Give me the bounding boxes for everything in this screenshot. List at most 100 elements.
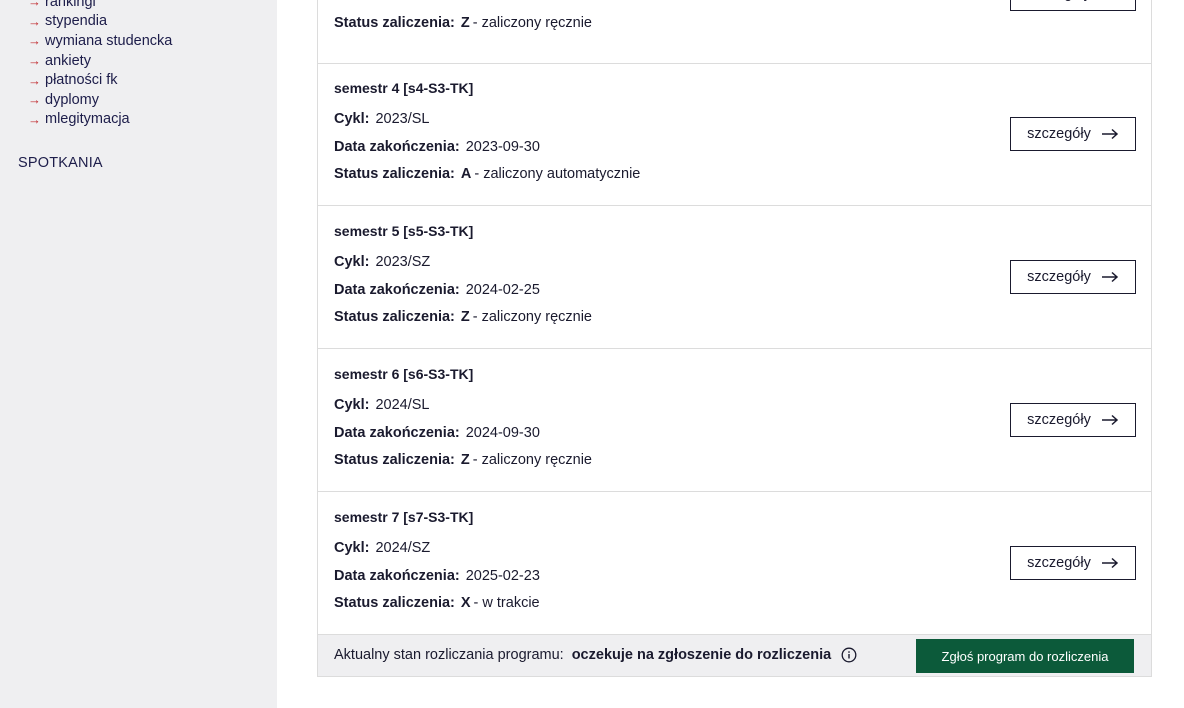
status-line: Status zaliczenia: Z - zaliczony ręcznie [334, 309, 592, 325]
semester-block: semestr 4 [s4-S3-TK] Cykl: 2023/SL Data z… [318, 63, 1151, 206]
status-label: Status zaliczenia: [334, 166, 455, 182]
settlement-status-value: oczekuje na zgłoszenie do rozliczenia [571, 647, 832, 663]
cycle-value: 2023/SL [375, 111, 430, 127]
sidebar-item-ankiety[interactable]: → ankiety [28, 51, 172, 71]
end-date-value: 2023-02-26 [466, 0, 540, 4]
cycle-line: Cykl: 2024/SL [334, 397, 430, 413]
settlement-status-label: Aktualny stan rozliczania programu: [334, 647, 564, 663]
long-arrow-right-icon [1101, 128, 1118, 140]
arrow-right-icon: → [28, 33, 41, 49]
status-code: A [460, 166, 472, 182]
status-label: Status zaliczenia: [334, 452, 455, 468]
details-button[interactable]: szczegóły [1010, 0, 1136, 11]
sidebar-item-dyplomy[interactable]: → dyplomy [28, 90, 172, 110]
end-date-line: Data zakończenia: 2023-09-30 [334, 139, 540, 155]
arrow-right-icon: → [28, 92, 41, 108]
details-button-label: szczegóły [1027, 0, 1091, 2]
sidebar-nav: → rankingi → stypendia → wymiana studencka … [28, 0, 172, 129]
status-text: - zaliczony ręcznie [472, 309, 592, 325]
sidebar-item-label: ankiety [45, 52, 91, 69]
end-date-value: 2023-09-30 [465, 139, 540, 155]
sidebar: → rankingi → stypendia → wymiana studencka … [0, 0, 277, 708]
semester-title: semestr 6 [s6-S3-TK] [334, 366, 474, 382]
semester-title: semestr 4 [s4-S3-TK] [334, 80, 474, 96]
cycle-value: 2023/SZ [375, 254, 431, 270]
status-code: Z [460, 309, 470, 325]
status-code: X [460, 595, 471, 611]
end-date-line: Data zakończenia: 2024-09-30 [334, 425, 540, 441]
arrow-right-icon: → [28, 53, 41, 69]
cycle-value: 2024/SL [375, 397, 430, 413]
end-date-label: Data zakończenia: [334, 139, 460, 155]
details-button-label: szczegóły [1027, 126, 1091, 142]
semester-block: semestr 6 [s6-S3-TK] Cykl: 2024/SL Data z… [318, 349, 1151, 492]
settlement-status: Aktualny stan rozliczania programu: ocze… [334, 647, 857, 663]
long-arrow-right-icon [1101, 557, 1118, 569]
submit-program-button[interactable]: Zgłoś program do rozliczenia [916, 639, 1134, 673]
status-label: Status zaliczenia: [334, 309, 455, 325]
sidebar-item-mlegitymacja[interactable]: → mlegitymacja [28, 110, 172, 130]
details-button[interactable]: szczegóły [1010, 260, 1136, 294]
arrow-right-icon: → [28, 111, 41, 127]
sidebar-section-spotkania[interactable]: SPOTKANIA [18, 155, 103, 171]
cycle-line: Cykl: 2024/SZ [334, 540, 430, 556]
end-date-value: 2024-09-30 [465, 425, 540, 441]
long-arrow-right-icon [1101, 271, 1118, 283]
semester-block: Data zakończenia: 2023-02-26 Status zalic… [318, 0, 1151, 64]
cycle-line: Cykl: 2023/SL [334, 111, 430, 127]
long-arrow-right-icon [1101, 414, 1118, 426]
end-date-line: Data zakończenia: 2025-02-23 [334, 568, 540, 584]
arrow-right-icon: → [28, 0, 41, 10]
sidebar-item-label: mlegitymacja [45, 111, 130, 128]
end-date-label: Data zakończenia: [334, 282, 460, 298]
details-button[interactable]: szczegóły [1010, 546, 1136, 580]
details-button-label: szczegóły [1027, 555, 1091, 571]
cycle-label: Cykl: [334, 397, 370, 413]
details-button[interactable]: szczegóły [1010, 117, 1136, 151]
semester-title: semestr 5 [s5-S3-TK] [334, 223, 474, 239]
semesters-card: Data zakończenia: 2023-02-26 Status zalic… [317, 0, 1152, 677]
status-line: Status zaliczenia: X - w trakcie [334, 595, 540, 611]
status-code: Z [460, 452, 470, 468]
status-text: - zaliczony automatycznie [474, 166, 641, 182]
settlement-status-bar: Aktualny stan rozliczania programu: ocze… [318, 634, 1151, 676]
sidebar-item-platnosci-fk[interactable]: → płatności fk [28, 70, 172, 90]
semester-title: semestr 7 [s7-S3-TK] [334, 509, 474, 525]
status-text: - w trakcie [473, 595, 540, 611]
details-button[interactable]: szczegóły [1010, 403, 1136, 437]
end-date-label: Data zakończenia: [334, 568, 460, 584]
end-date-label: Data zakończenia: [334, 425, 460, 441]
status-text: - zaliczony ręcznie [472, 15, 592, 31]
arrow-right-icon: → [28, 72, 41, 88]
sidebar-item-label: stypendia [45, 13, 108, 30]
details-button-label: szczegóły [1027, 412, 1091, 428]
sidebar-item-label: rankingi [45, 0, 96, 10]
sidebar-item-label: płatności fk [45, 72, 118, 89]
end-date-value: 2024-02-25 [465, 282, 540, 298]
cycle-value: 2024/SZ [375, 540, 431, 556]
semester-block: semestr 7 [s7-S3-TK] Cykl: 2024/SZ Data z… [318, 492, 1151, 635]
status-label: Status zaliczenia: [334, 595, 455, 611]
status-label: Status zaliczenia: [334, 15, 455, 31]
arrow-right-icon: → [28, 13, 41, 29]
semester-block: semestr 5 [s5-S3-TK] Cykl: 2023/SZ Data z… [318, 206, 1151, 349]
status-code: Z [460, 15, 470, 31]
cycle-label: Cykl: [334, 111, 370, 127]
end-date-value: 2025-02-23 [465, 568, 540, 584]
status-line: Status zaliczenia: Z - zaliczony ręcznie [334, 15, 592, 31]
end-date-line: Data zakończenia: 2023-02-26 [334, 0, 540, 4]
info-circle-icon[interactable] [841, 647, 857, 663]
sidebar-item-wymiana-studencka[interactable]: → wymiana studencka [28, 31, 172, 51]
cycle-label: Cykl: [334, 254, 370, 270]
sidebar-item-rankingi[interactable]: → rankingi [28, 0, 172, 12]
sidebar-item-stypendia[interactable]: → stypendia [28, 12, 172, 32]
cycle-line: Cykl: 2023/SZ [334, 254, 430, 270]
details-button-label: szczegóły [1027, 269, 1091, 285]
sidebar-item-label: wymiana studencka [45, 32, 173, 49]
end-date-line: Data zakończenia: 2024-02-25 [334, 282, 540, 298]
sidebar-item-label: dyplomy [45, 91, 99, 108]
cycle-label: Cykl: [334, 540, 370, 556]
status-line: Status zaliczenia: Z - zaliczony ręcznie [334, 452, 592, 468]
status-text: - zaliczony ręcznie [472, 452, 592, 468]
end-date-label: Data zakończenia: [334, 0, 460, 4]
